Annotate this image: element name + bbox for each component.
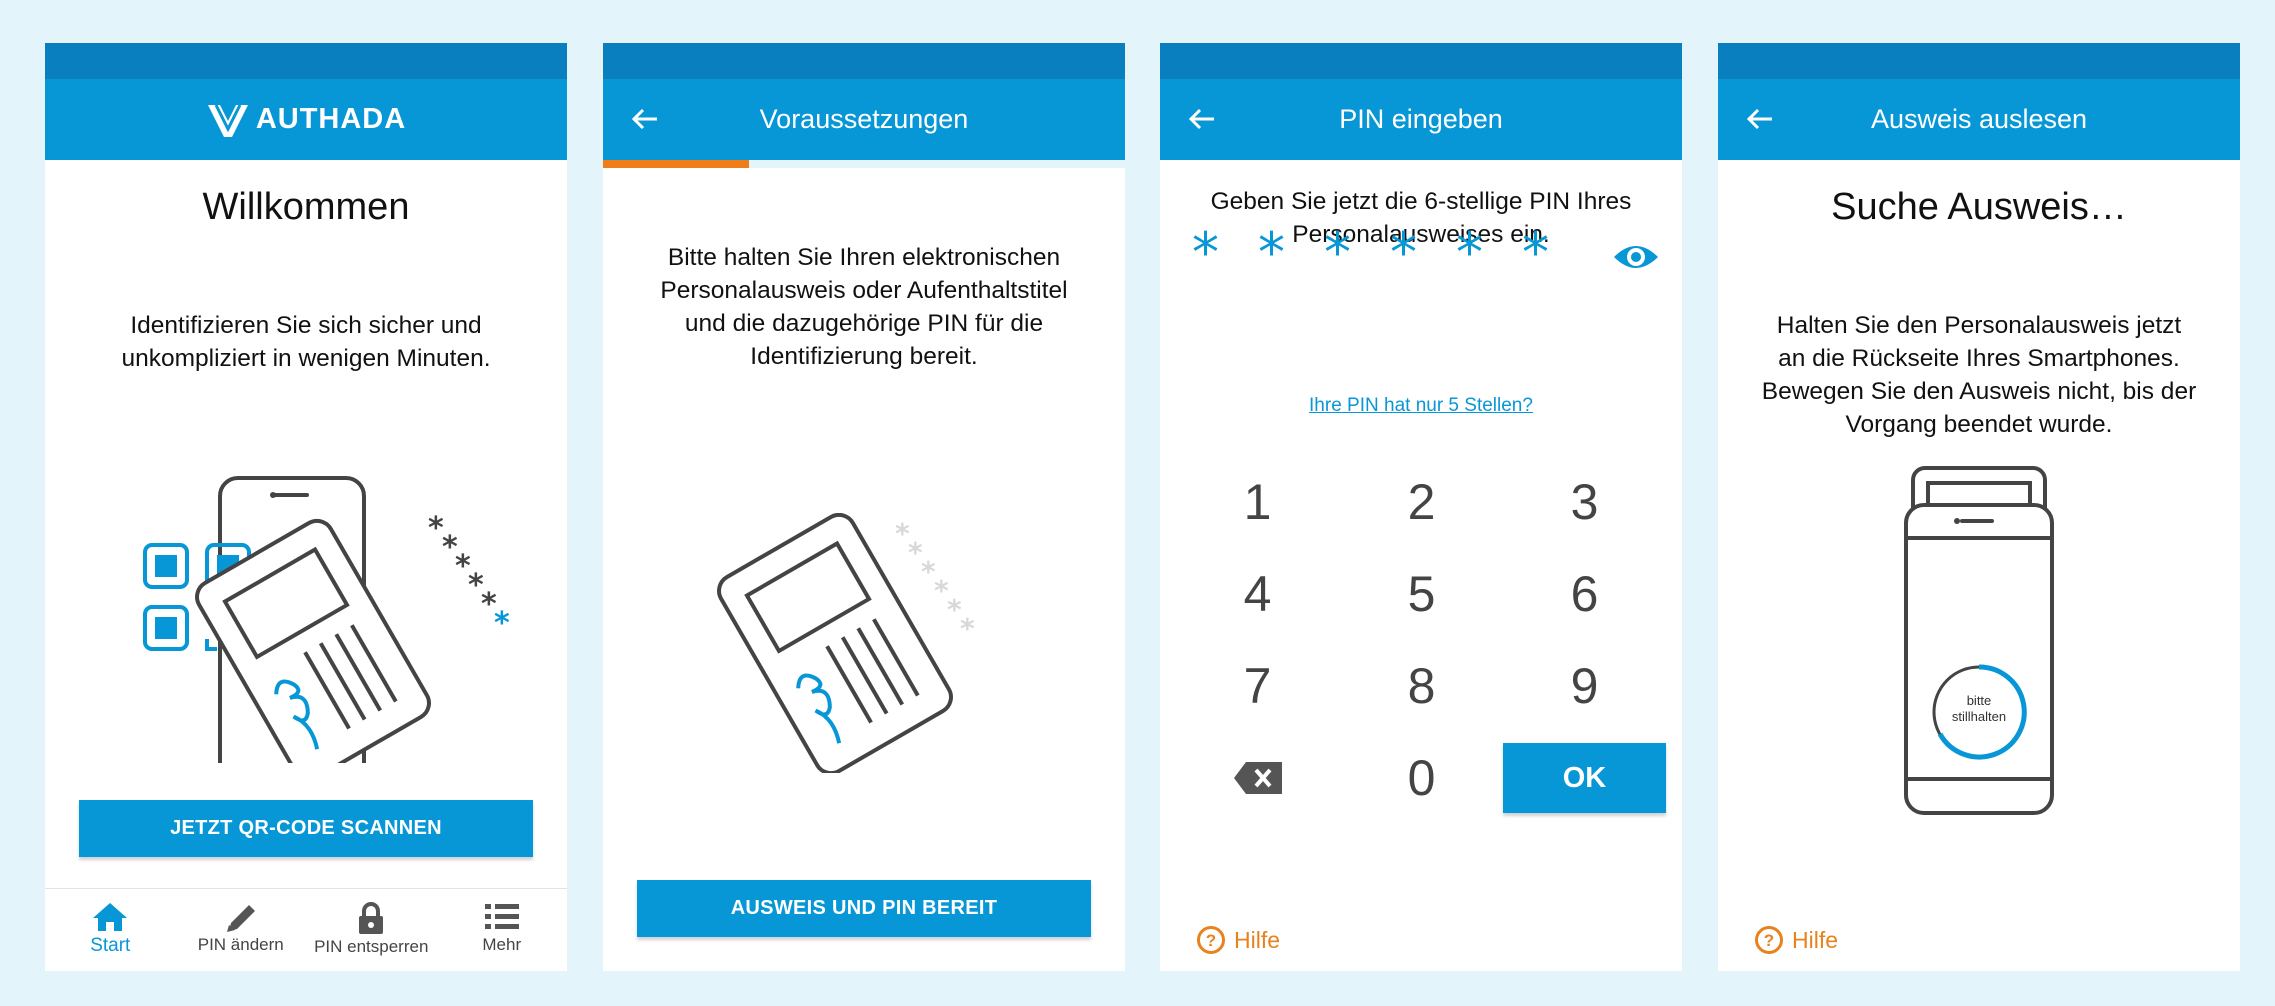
id-and-pin-ready-button[interactable]: AUSWEIS UND PIN BEREIT (637, 880, 1091, 937)
five-digit-pin-link[interactable]: Ihre PIN hat nur 5 Stellen? (1160, 395, 1682, 417)
pin-digit-mask: * (1324, 221, 1351, 284)
welcome-title: Willkommen (202, 186, 410, 228)
brand-name: AUTHADA (255, 103, 407, 135)
read-id-instructions-line3: Bewegen Sie den Ausweis nicht, bis der (1761, 378, 2197, 405)
nav-label-unlock-pin: PIN entsperren (314, 937, 429, 956)
screen-read-id: Ausweis auslesen Suche Ausweis… Halten S… (1718, 43, 2240, 971)
svg-text:?: ? (1206, 931, 1216, 950)
welcome-illustration: * * * * * * (143, 476, 510, 763)
backspace-icon (1233, 762, 1282, 794)
keypad-key-9[interactable]: 9 (1503, 651, 1666, 721)
keypad-key-5[interactable]: 5 (1340, 559, 1503, 629)
read-id-instructions-line1: Halten Sie den Personalausweis jetzt (1776, 312, 2182, 339)
screen-requirements: Voraussetzungen Bitte halten Sie Ihren e… (603, 43, 1125, 971)
keypad-key-8[interactable]: 8 (1340, 651, 1503, 721)
help-icon: ? (1197, 926, 1225, 954)
pin-digit-mask: * (1192, 221, 1219, 284)
hold-still-spinner: bitte stillhalten (1928, 661, 2030, 763)
eye-icon[interactable] (1612, 241, 1660, 273)
list-icon (484, 904, 519, 929)
welcome-description: Identifizieren Sie sich sicher und unkom… (45, 309, 567, 375)
pin-instructions-line1: Geben Sie jetzt die 6-stellige PIN Ihres (1210, 188, 1632, 215)
id-card-illustration: * * * * * * (717, 513, 975, 773)
back-button[interactable] (1182, 99, 1222, 139)
nav-item-more[interactable]: Mehr (437, 889, 568, 971)
pin-input-display[interactable]: * * * * * * (1192, 221, 1652, 301)
nav-item-start[interactable]: Start (45, 889, 176, 971)
screen-enter-pin: PIN eingeben Geben Sie jetzt die 6-stell… (1160, 43, 1682, 971)
nav-label-start: Start (90, 935, 131, 956)
help-icon: ? (1755, 926, 1783, 954)
progress-bar (603, 160, 1125, 168)
page-title: PIN eingeben (1339, 104, 1503, 134)
screen-welcome: AUTHADA Willkommen Identifizieren Sie si… (45, 43, 567, 971)
pin-digit-mask: * (1390, 221, 1417, 284)
help-label: Hilfe (1792, 926, 1839, 953)
status-bar (1718, 43, 2240, 79)
keypad-key-7[interactable]: 7 (1176, 651, 1339, 721)
back-button[interactable] (1740, 99, 1780, 139)
pin-digit-mask: * (1522, 221, 1549, 284)
keypad-key-0[interactable]: 0 (1340, 743, 1503, 813)
arrow-left-icon (1188, 108, 1214, 130)
search-id-heading: Suche Ausweis… (1831, 186, 2127, 228)
back-button[interactable] (625, 99, 665, 139)
pin-digit-mask: * (1456, 221, 1483, 284)
keypad-key-3[interactable]: 3 (1503, 467, 1666, 537)
app-bar: Voraussetzungen (603, 79, 1125, 160)
keypad-backspace-key[interactable] (1176, 743, 1339, 813)
pencil-icon (226, 905, 255, 932)
page-title: Ausweis auslesen (1870, 104, 2088, 134)
read-id-instructions-line2: an die Rückseite Ihres Smartphones. (1778, 345, 2180, 372)
svg-text:*: * (960, 612, 975, 645)
keypad-key-2[interactable]: 2 (1340, 467, 1503, 537)
pin-digit-mask: * (1258, 221, 1285, 284)
help-label: Hilfe (1234, 926, 1281, 953)
nav-item-unlock-pin[interactable]: PIN entsperren (306, 889, 437, 971)
authada-logo-icon (207, 103, 248, 137)
bottom-navigation: Start PIN ändern PIN entsperren Mehr (45, 888, 567, 971)
app-bar: AUTHADA (45, 79, 567, 160)
requirements-text-line4: Identifizierung bereit. (750, 343, 978, 370)
lock-icon (359, 902, 384, 934)
nav-label-more: Mehr (482, 935, 522, 954)
help-link[interactable]: ? Hilfe (1754, 925, 1838, 955)
app-bar: PIN eingeben (1160, 79, 1682, 160)
nav-label-change-pin: PIN ändern (197, 935, 284, 954)
read-id-instructions-line4: Vorgang beendet wurde. (1845, 411, 2113, 438)
read-id-instructions: Halten Sie den Personalausweis jetzt an … (1718, 309, 2240, 441)
spinner-text-line2: stillhalten (1951, 709, 2007, 724)
requirements-text-line2: Personalausweis oder Aufenthaltstitel (660, 277, 1068, 304)
welcome-description-line1: Identifizieren Sie sich sicher und (130, 312, 482, 339)
progress-bar-fill (603, 160, 750, 168)
phone-with-card-illustration (1904, 466, 2054, 815)
app-bar: Ausweis auslesen (1718, 79, 2240, 160)
keypad-ok-button[interactable]: OK (1503, 743, 1666, 813)
spinner-text-line1: bitte (1966, 693, 1992, 708)
arrow-left-icon (1746, 108, 1772, 130)
status-bar (45, 43, 567, 79)
arrow-left-icon (631, 108, 657, 130)
requirements-text-line1: Bitte halten Sie Ihren elektronischen (667, 244, 1061, 271)
nav-item-change-pin[interactable]: PIN ändern (176, 889, 307, 971)
scan-qr-button[interactable]: JETZT QR-CODE SCANNEN (79, 800, 533, 857)
requirements-text-line3: und die dazugehörige PIN für die (684, 310, 1044, 337)
status-bar (1160, 43, 1682, 79)
keypad-key-4[interactable]: 4 (1176, 559, 1339, 629)
page-title: Voraussetzungen (759, 104, 969, 134)
help-link[interactable]: ? Hilfe (1196, 925, 1280, 955)
status-bar (603, 43, 1125, 79)
keypad-key-6[interactable]: 6 (1503, 559, 1666, 629)
home-icon (93, 903, 128, 931)
svg-text:?: ? (1764, 931, 1774, 950)
keypad-key-1[interactable]: 1 (1176, 467, 1339, 537)
welcome-description-line2: unkompliziert in wenigen Minuten. (121, 345, 491, 372)
authada-logo: AUTHADA (206, 101, 406, 139)
requirements-text: Bitte halten Sie Ihren elektronischen Pe… (603, 241, 1125, 373)
svg-text:*: * (494, 606, 510, 641)
